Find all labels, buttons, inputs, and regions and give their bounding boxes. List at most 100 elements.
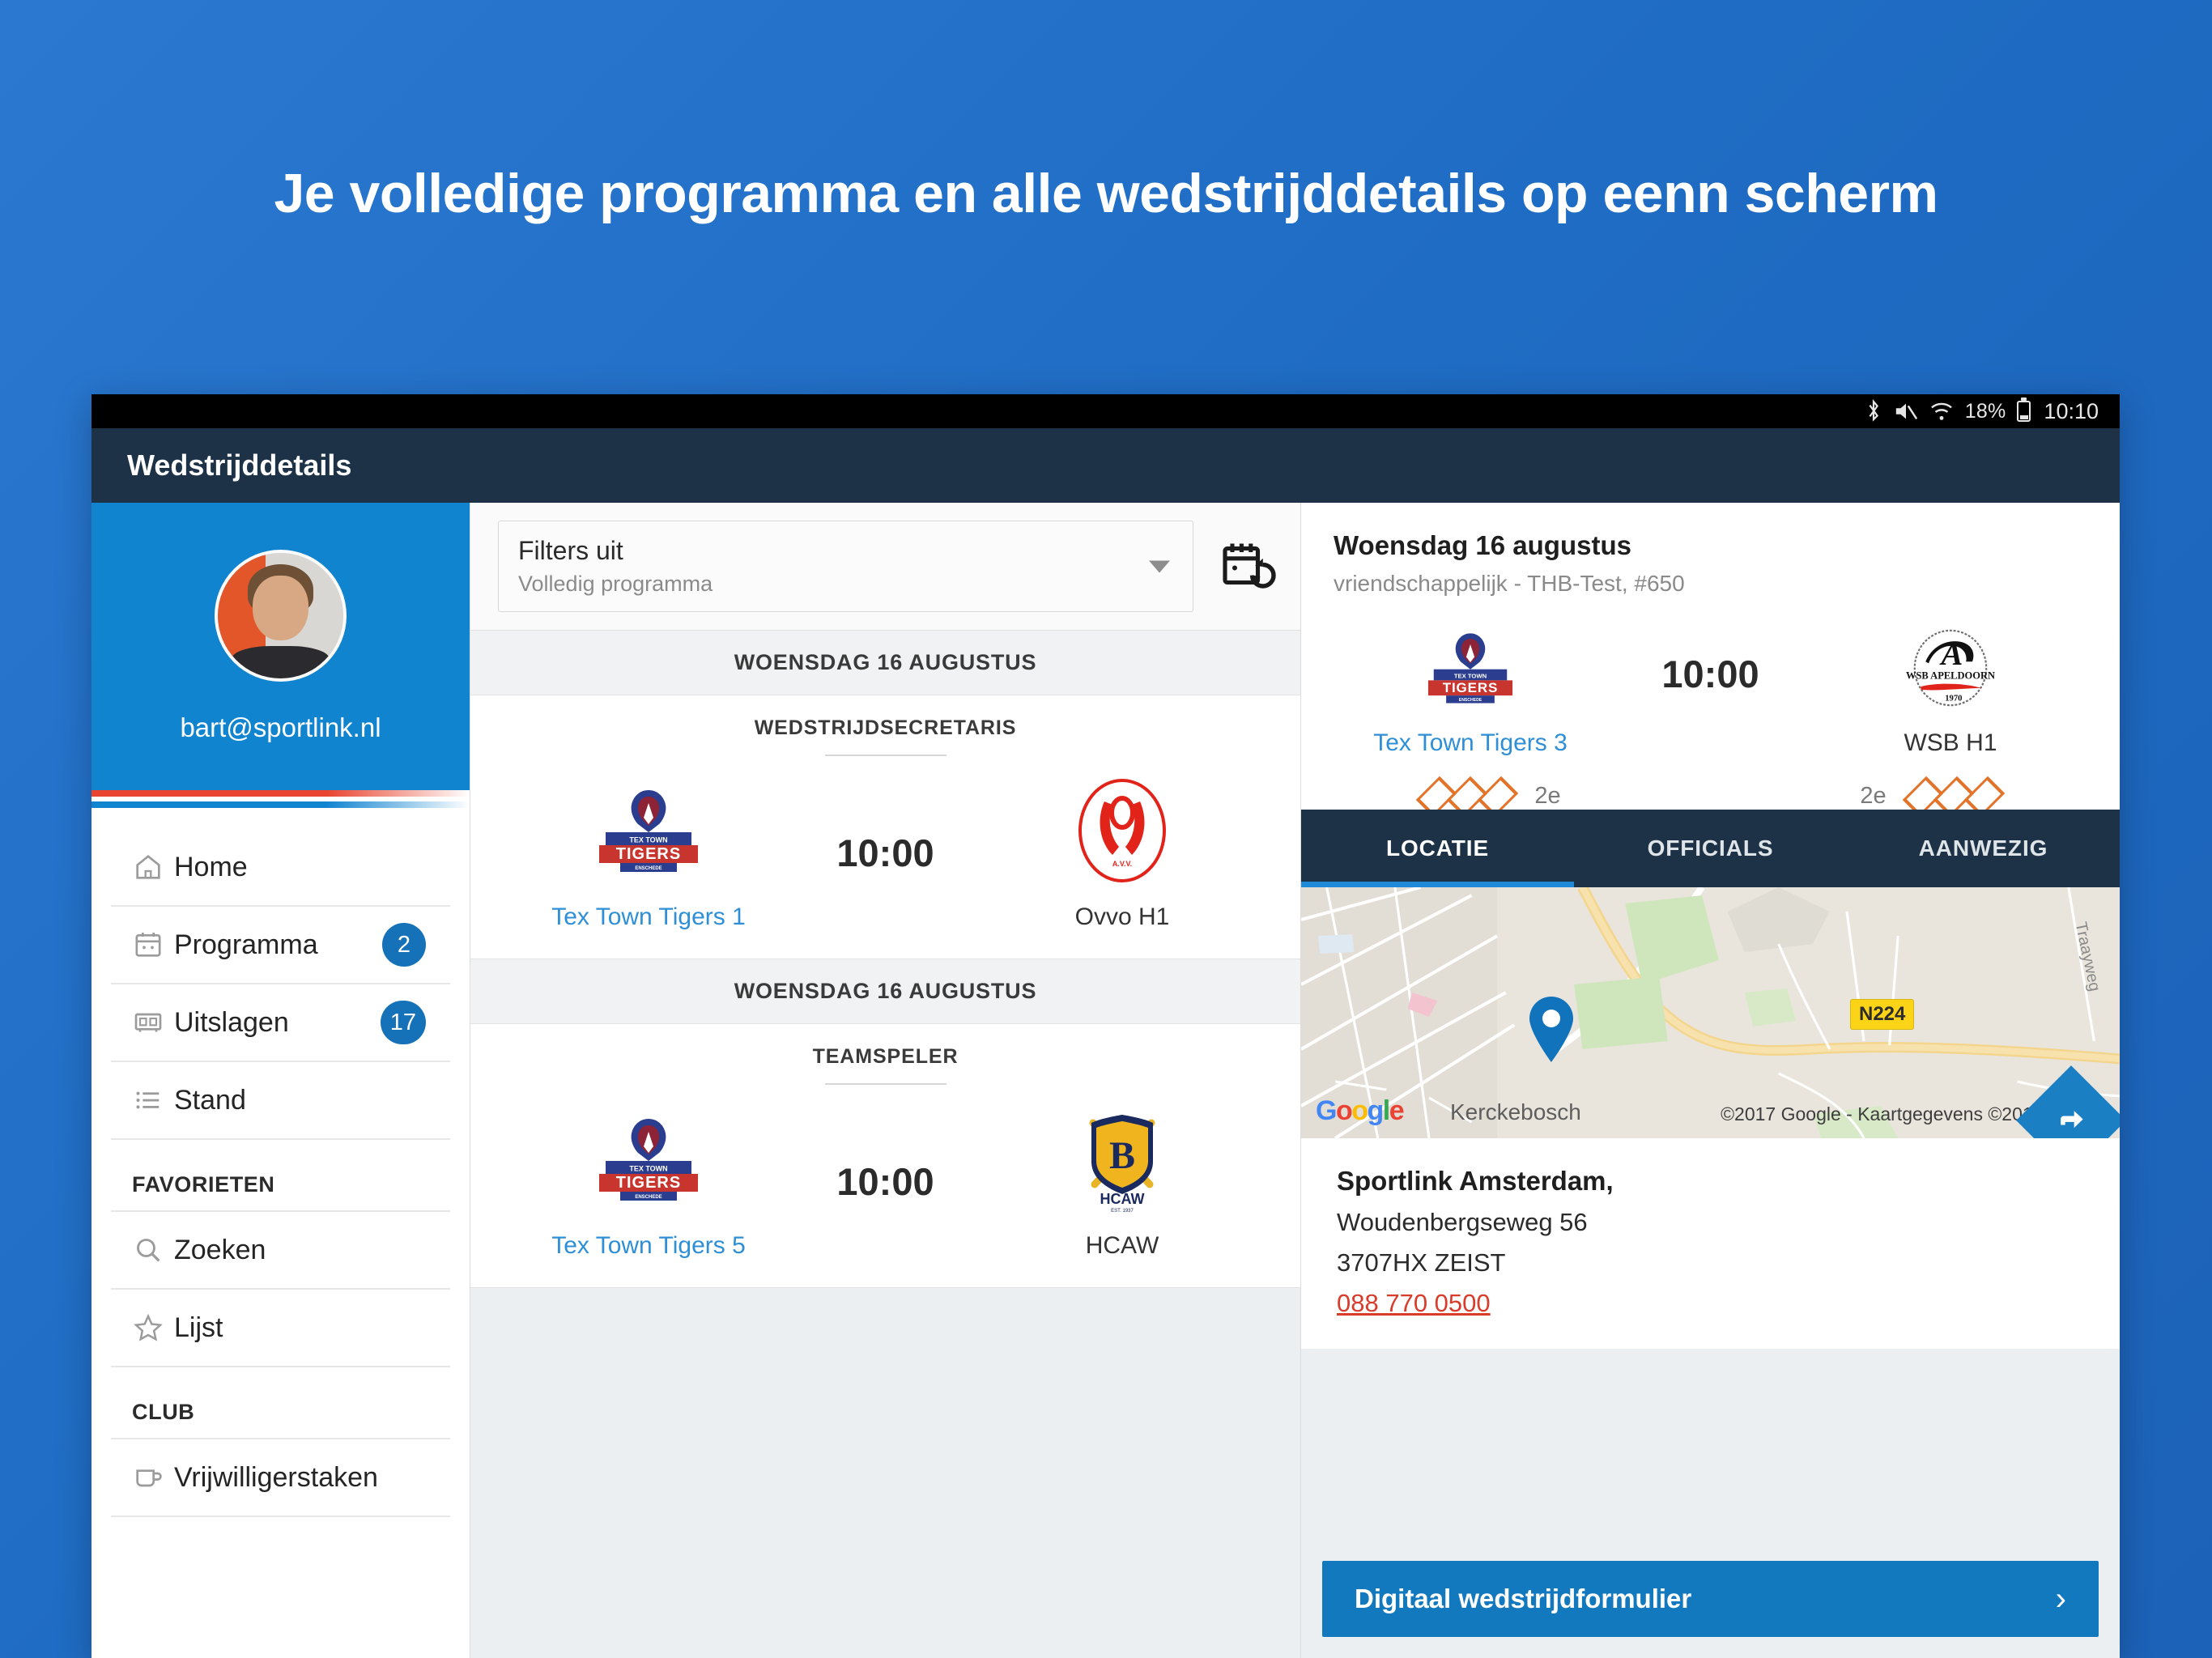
svg-text:TIGERS: TIGERS [616,1174,681,1192]
period-indicator-row: 2e 2e [1301,776,2120,817]
tab-aanwezig[interactable]: AANWEZIG [1847,810,2120,887]
battery-percent-label: 18% [1964,399,2006,423]
filter-subtitle: Volledig programma [518,572,713,596]
sidebar-item-vrijwilligerstaken[interactable]: Vrijwilligerstaken [111,1439,450,1517]
tab-label: OFFICIALS [1647,835,1774,861]
calendar-icon [132,929,174,961]
svg-text:A.V.V.: A.V.V. [1112,860,1132,868]
svg-text:TIGERS: TIGERS [616,845,681,863]
detail-match-time: 10:00 [1661,653,1759,695]
filter-bar: Filters uit Volledig programma [470,503,1300,631]
away-team: B HCAW EST. 1937 HCAW [1001,1103,1244,1260]
status-badge: 2 [382,923,426,967]
wsb-apeldoorn-logo: A WSB APELDOORN 1970 [1817,619,2084,716]
status-bar: 18% 10:10 [91,394,2120,428]
sidebar-item-lijst[interactable]: Lijst [111,1290,450,1367]
promo-headline: Je volledige programma en alle wedstrijd… [274,163,1938,224]
away-period-label: 2e [1860,783,1887,809]
match-list-item[interactable]: TEAMSPELER TEX TOWN TIGERS ENSCHEDE Tex … [470,1024,1300,1288]
search-icon [132,1234,174,1266]
svg-text:EST. 1937: EST. 1937 [1111,1209,1134,1214]
map-pin-icon [1526,994,1576,1064]
digital-match-form-button[interactable]: Digitaal wedstrijdformulier › [1322,1561,2099,1637]
profile-header[interactable]: bart@sportlink.nl [91,503,470,790]
home-team-name: Tex Town Tigers 1 [551,903,746,930]
nav-list: Home Programma 2 Uitslagen 17 Stand FAVO… [91,808,470,1658]
calendar-sync-icon[interactable] [1218,538,1276,596]
venue-phone-link[interactable]: 088 770 0500 [1337,1289,1491,1318]
filter-dropdown[interactable]: Filters uit Volledig programma [498,521,1193,612]
hcaw-logo: B HCAW EST. 1937 [1001,1103,1244,1216]
match-role-label: TEAMSPELER [812,1045,959,1068]
sidebar-item-label: Uitslagen [174,1006,289,1038]
match-time: 10:00 [836,1159,934,1203]
status-badge: 17 [380,1001,426,1044]
page-title: Wedstrijddetails [127,449,352,482]
scoreboard-icon [132,1006,174,1039]
away-team-name: Ovvo H1 [1074,903,1170,930]
match-detail-panel: Woensdag 16 augustus vriendschappelijk -… [1300,503,2120,1658]
svg-text:TEX TOWN: TEX TOWN [1454,672,1487,679]
sidebar-item-uitslagen[interactable]: Uitslagen 17 [111,984,450,1062]
avatar[interactable] [215,550,347,682]
app-bar: Wedstrijddetails [91,428,2120,503]
sidebar-section-club: CLUB [111,1367,450,1439]
google-letter: o [1335,1095,1353,1126]
detail-away-team[interactable]: A WSB APELDOORN 1970 WSB H1 [1817,619,2084,757]
sidebar-item-zoeken[interactable]: Zoeken [111,1212,450,1290]
match-list-item[interactable]: WEDSTRIJDSECRETARIS TEX TOWN TIGERS ENSC… [470,695,1300,959]
tab-officials[interactable]: OFFICIALS [1574,810,1847,887]
home-icon [132,851,174,883]
home-team: TEX TOWN TIGERS ENSCHEDE Tex Town Tigers… [527,1103,770,1260]
tab-locatie[interactable]: LOCATIE [1301,810,1574,887]
sidebar-item-label: Programma [174,929,318,960]
day-header: WOENSDAG 16 AUGUSTUS [470,959,1300,1024]
detail-date: Woensdag 16 augustus [1334,530,1631,560]
sidebar-item-label: Home [174,851,248,882]
volume-mute-icon [1894,400,1918,423]
location-map[interactable]: N224 Traayweg Google Kerckebosch ©2017 G… [1301,887,2120,1138]
map-place-label: Kerckebosch [1450,1099,1581,1124]
google-letter: e [1389,1095,1405,1126]
google-letter: o [1351,1095,1368,1126]
google-letter: l [1382,1095,1390,1126]
chevron-down-icon [1149,560,1170,572]
match-role-label: WEDSTRIJDSECRETARIS [754,716,1017,739]
cta-label: Digitaal wedstrijdformulier [1355,1584,1692,1613]
sidebar-item-stand[interactable]: Stand [111,1062,450,1140]
sidebar-item-label: Vrijwilligerstaken [174,1461,378,1493]
svg-text:B: B [1109,1134,1135,1177]
map-canvas [1301,887,2120,1138]
navigation-drawer: bart@sportlink.nl Home Programma 2 Uitsl… [91,503,470,1658]
tex-town-tigers-logo: TEX TOWN TIGERS ENSCHEDE [1337,619,1604,716]
diamond-outline-icon [1902,776,2005,817]
wifi-icon [1929,401,1954,422]
google-logo: Google [1316,1095,1405,1127]
battery-icon [2017,397,2031,422]
tab-label: AANWEZIG [1918,835,2048,861]
svg-text:TEX TOWN: TEX TOWN [629,836,667,844]
svg-text:TEX TOWN: TEX TOWN [629,1165,667,1173]
sidebar-section-favorieten: FAVORIETEN [111,1140,450,1212]
tex-town-tigers-logo: TEX TOWN TIGERS ENSCHEDE [527,1103,770,1216]
venue-street: Woudenbergseweg 56 [1337,1208,1588,1236]
filter-title: Filters uit [518,536,623,565]
list-icon [132,1084,174,1116]
svg-text:ENSCHEDE: ENSCHEDE [635,866,661,871]
svg-text:ENSCHEDE: ENSCHEDE [635,1195,661,1200]
sidebar-item-home[interactable]: Home [111,829,450,907]
google-letter: G [1316,1095,1337,1126]
venue-city: 3707HX ZEIST [1337,1248,1506,1277]
sidebar-item-programma[interactable]: Programma 2 [111,907,450,984]
ovvo-logo: A.V.V. [1001,774,1244,887]
detail-spacer [1301,1349,2120,1543]
away-team-name: HCAW [1085,1232,1159,1259]
day-header: WOENSDAG 16 AUGUSTUS [470,631,1300,695]
svg-text:ENSCHEDE: ENSCHEDE [1459,698,1482,703]
svg-text:TIGERS: TIGERS [1443,680,1499,695]
home-period-label: 2e [1534,783,1561,809]
bluetooth-icon [1865,399,1882,423]
detail-home-team[interactable]: TEX TOWN TIGERS ENSCHEDE Tex Town Tigers… [1337,619,1604,757]
home-team-name: Tex Town Tigers 5 [551,1232,746,1259]
match-time: 10:00 [836,831,934,874]
